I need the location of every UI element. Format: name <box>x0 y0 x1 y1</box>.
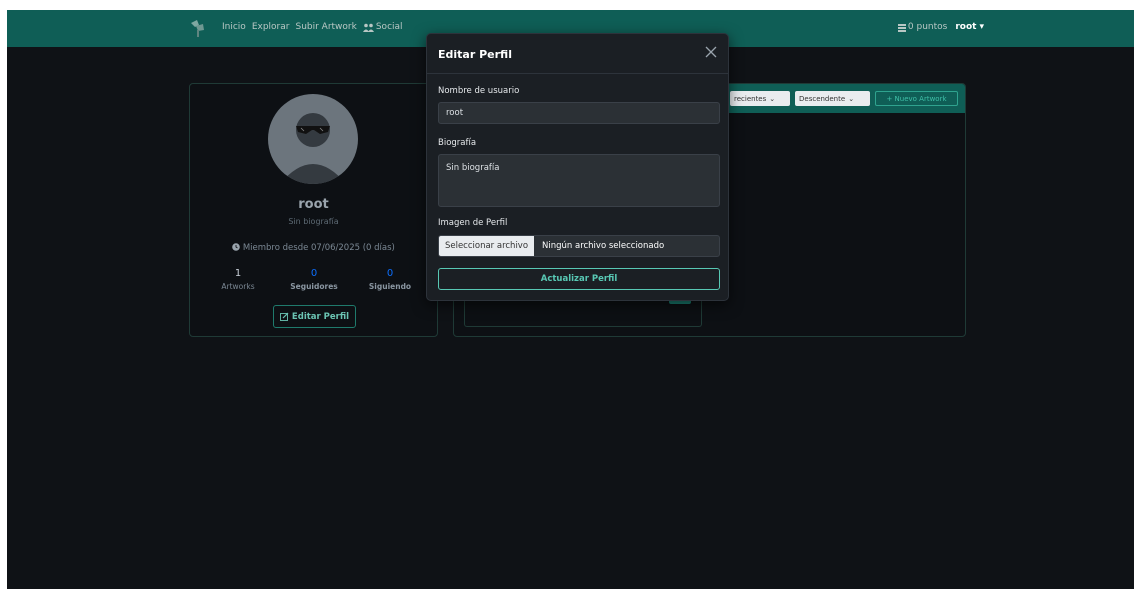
image-label: Imagen de Perfil <box>438 218 508 228</box>
profile-stats: 1 Artworks 0 Seguidores 0 Siguiendo <box>208 268 420 291</box>
stat-following-value[interactable]: 0 <box>360 268 420 279</box>
stat-followers-label[interactable]: Seguidores <box>284 282 344 291</box>
stat-followers-value[interactable]: 0 <box>284 268 344 279</box>
username-input[interactable]: root <box>438 102 720 124</box>
username-label: Nombre de usuario <box>438 86 520 96</box>
chevron-down-icon: ⌄ <box>769 94 776 103</box>
nav-link-inicio[interactable]: Inicio <box>222 22 246 32</box>
sort-select[interactable]: recientes ⌄ <box>730 91 790 106</box>
nav-link-social[interactable]: Social <box>362 22 403 32</box>
bio-textarea[interactable]: Sin biografía <box>438 154 720 207</box>
chevron-down-icon: ⌄ <box>848 94 855 103</box>
nav-link-subir-artwork[interactable]: Subir Artwork <box>295 22 356 32</box>
choose-file-button[interactable]: Seleccionar archivo <box>439 236 534 256</box>
tree-logo-icon[interactable] <box>187 19 207 37</box>
profile-name: root <box>298 197 329 212</box>
member-since-text: Miembro desde 07/06/2025 (0 días) <box>242 243 395 253</box>
close-icon[interactable] <box>704 45 718 59</box>
member-since: Miembro desde 07/06/2025 (0 días) <box>190 243 437 253</box>
stat-artworks-value: 1 <box>234 268 242 279</box>
user-menu-label: root <box>955 22 977 32</box>
bio-label: Biografía <box>438 138 477 148</box>
profile-bio: Sin biografía <box>288 217 339 226</box>
clock-icon <box>232 243 240 251</box>
nav-link-explorar[interactable]: Explorar <box>252 22 290 32</box>
chevron-down-icon: ▾ <box>979 22 984 32</box>
order-select-value: Descendente <box>799 94 846 103</box>
points-display: 0 puntos <box>897 22 948 32</box>
avatar <box>268 94 358 184</box>
file-status-text: Ningún archivo seleccionado <box>542 241 665 251</box>
stat-artworks-label: Artworks <box>221 282 255 291</box>
users-icon <box>362 23 374 32</box>
edit-icon <box>279 312 289 321</box>
modal-header: Editar Perfil <box>427 34 728 74</box>
stat-following[interactable]: 0 Siguiendo <box>360 268 420 291</box>
new-artwork-button[interactable]: + Nuevo Artwork <box>875 91 958 106</box>
stat-artworks: 1 Artworks <box>208 268 268 291</box>
modal-title: Editar Perfil <box>438 48 512 61</box>
profile-image-file-input[interactable]: Seleccionar archivo Ningún archivo selec… <box>438 235 720 257</box>
user-avatar-icon <box>280 113 346 184</box>
app-window: Inicio Explorar Subir Artwork Social 0 p… <box>7 10 1134 589</box>
order-select[interactable]: Descendente ⌄ <box>795 91 870 106</box>
update-profile-button[interactable]: Actualizar Perfil <box>438 268 720 290</box>
sort-select-value: recientes <box>734 94 767 103</box>
edit-profile-label: Editar Perfil <box>291 311 350 322</box>
edit-profile-button[interactable]: Editar Perfil <box>273 305 356 328</box>
nav-link-social-label: Social <box>375 22 403 32</box>
points-label: 0 puntos <box>907 22 948 32</box>
user-menu[interactable]: root ▾ <box>955 22 984 32</box>
edit-profile-modal: Editar Perfil Nombre de usuario root Bio… <box>426 33 729 301</box>
stat-followers[interactable]: 0 Seguidores <box>284 268 344 291</box>
profile-card: root Sin biografía Miembro desde 07/06/2… <box>189 83 438 337</box>
coins-icon <box>897 23 906 32</box>
stat-following-label[interactable]: Siguiendo <box>360 282 420 291</box>
